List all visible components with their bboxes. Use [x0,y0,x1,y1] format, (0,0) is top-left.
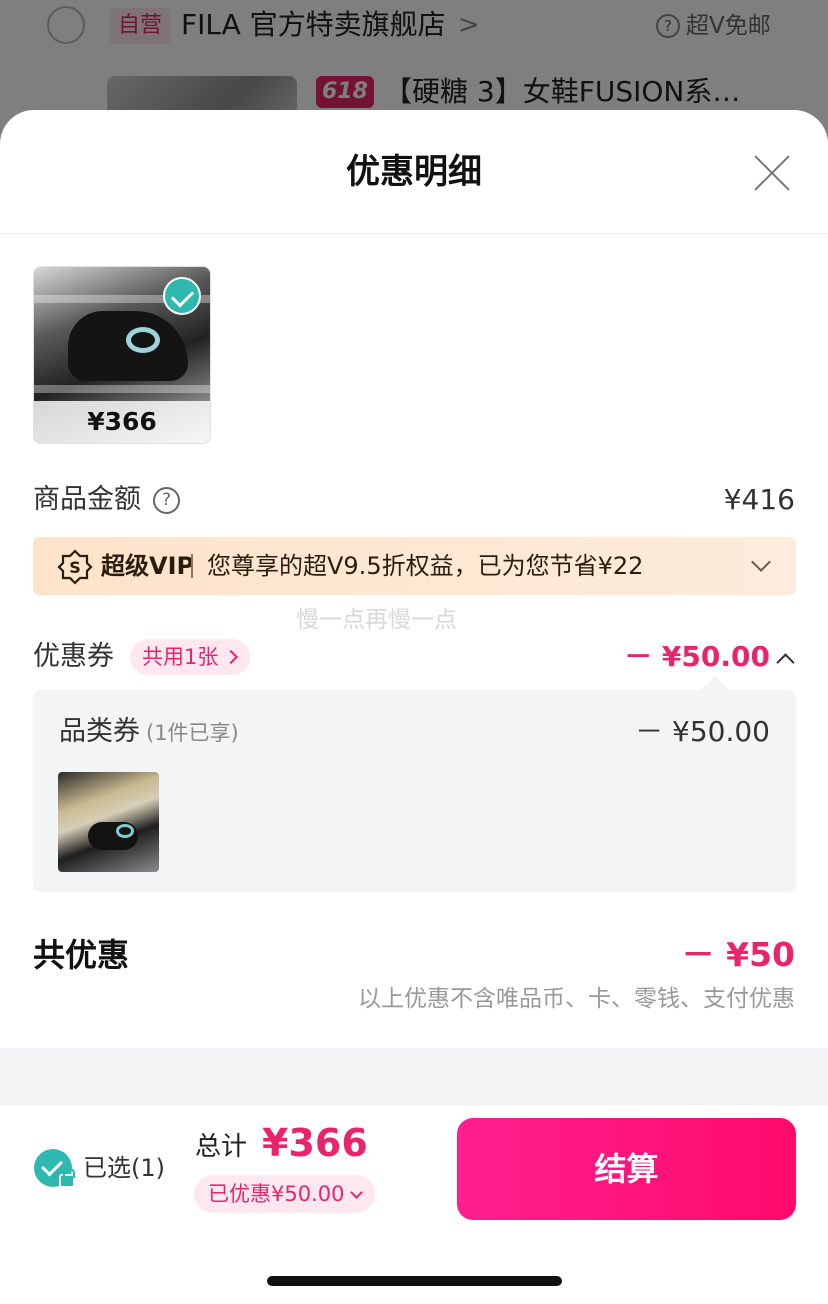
category-coupon-label: 品类券 [59,716,140,747]
category-coupon-amount: － ¥50.00 [635,715,770,748]
category-coupon-title: 品类券 (1件已享) [59,712,239,753]
shoe-logo-detail [126,327,160,353]
sheet-title: 优惠明细 [346,152,482,192]
total-price: ¥366 [262,1121,368,1165]
vip-banner[interactable]: S 超级VIP 您尊享的超V9.5折权益，已为您节省¥22 [33,537,796,595]
shoe-logo-detail [116,824,134,838]
discount-detail-sheet: 优惠明细 ¥366 商品金额? ¥416 S 超级VIP 您尊享的超V9.5折权… [0,110,828,1304]
product-price: ¥366 [34,401,210,443]
selected-count: 已选(1) [83,1154,165,1182]
chevron-right-icon [224,649,239,665]
svg-text:S: S [69,558,81,577]
checkout-button[interactable]: 结算 [457,1118,796,1220]
watermark-text: 慢一点再慢一点 [296,607,457,633]
header-divider [0,233,828,234]
vip-separator [191,554,193,578]
coupon-total-value: － ¥50.00 [624,640,770,673]
lock-icon [59,1168,75,1188]
saved-amount-label: 已优惠¥50.00 [208,1182,345,1206]
home-indicator[interactable] [267,1276,562,1286]
discount-note: 以上优惠不含唯品币、卡、零钱、支付优惠 [358,986,795,1012]
goods-amount-value: ¥416 [723,483,795,516]
coupon-count-label: 共用1张 [142,645,219,669]
product-card[interactable]: ¥366 [33,266,211,444]
crosswalk-stripe [34,385,210,393]
chevron-down-icon[interactable] [751,552,771,572]
vip-brand-label: 超级VIP [101,552,195,580]
coupon-detail-box: 品类券 (1件已享) － ¥50.00 [33,690,796,892]
saved-amount-pill[interactable]: 已优惠¥50.00 [194,1175,376,1213]
help-icon[interactable]: ? [153,487,180,514]
chevron-down-icon [350,1186,364,1199]
total-discount-label: 共优惠 [33,936,130,974]
total-label: 总计 [195,1132,248,1162]
total-discount-value: － ¥50 [681,935,795,974]
section-spacer [0,1048,828,1104]
coupon-count-tag[interactable]: 共用1张 [130,639,251,675]
vip-badge-icon: S [57,549,93,585]
goods-amount-label: 商品金额 [33,484,141,515]
coupon-product-thumbnail [58,772,159,872]
checkout-bar: 已选(1) 总计 ¥366 已优惠¥50.00 结算 [0,1104,828,1304]
chevron-up-icon[interactable] [776,653,795,672]
coupon-label: 优惠券 [33,641,114,672]
close-icon[interactable] [754,155,790,191]
vip-benefit-text: 您尊享的超V9.5折权益，已为您节省¥22 [207,552,644,580]
selected-check-icon [163,277,201,315]
goods-amount-row: 商品金额? [33,480,180,520]
category-coupon-sub: (1件已享) [146,721,239,745]
